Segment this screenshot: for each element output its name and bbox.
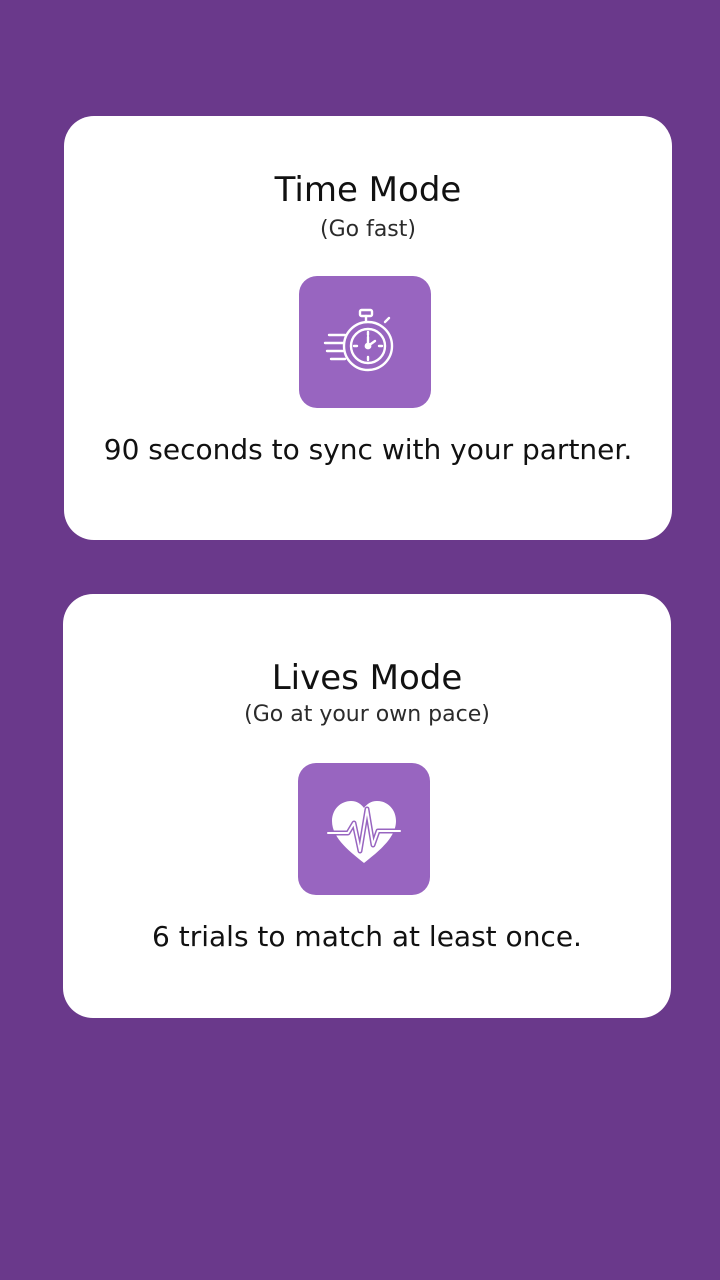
lives-mode-description: 6 trials to match at least once. (152, 920, 582, 953)
time-mode-icon-tile (299, 276, 431, 408)
time-mode-card[interactable]: Time Mode (Go fast) 90 seconds to sync w… (64, 116, 672, 540)
lives-mode-card[interactable]: Lives Mode (Go at your own pace) 6 trial… (63, 594, 671, 1018)
time-mode-title: Time Mode (274, 170, 462, 210)
time-mode-description: 90 seconds to sync with your partner. (103, 433, 633, 466)
stopwatch-icon (323, 308, 394, 372)
time-mode-subtitle: (Go fast) (320, 217, 416, 242)
heartbeat-icon (325, 801, 403, 863)
lives-mode-subtitle: (Go at your own pace) (244, 702, 490, 727)
lives-mode-icon-tile (298, 763, 430, 895)
lives-mode-title: Lives Mode (271, 658, 463, 698)
